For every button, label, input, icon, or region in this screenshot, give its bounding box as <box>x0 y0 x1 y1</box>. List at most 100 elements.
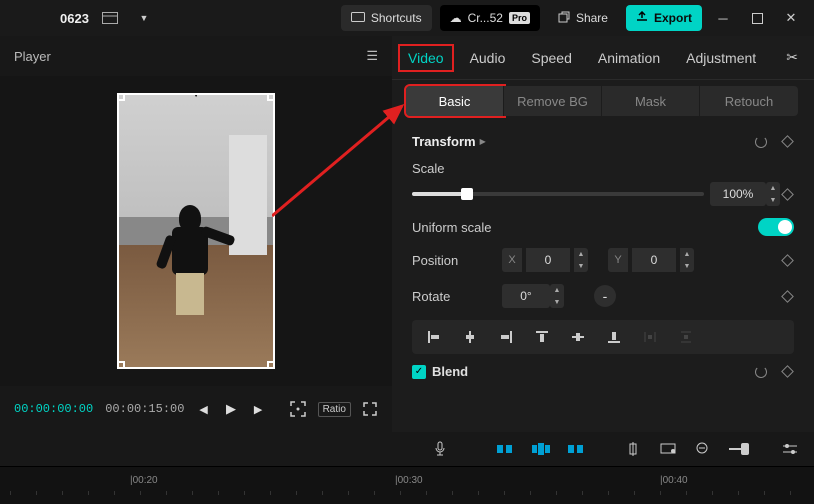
tool-clip1-icon[interactable] <box>496 438 515 460</box>
prev-frame-button[interactable]: ▶ <box>196 398 211 420</box>
tab-cut-icon[interactable]: ✂ <box>784 45 800 70</box>
tab-animation[interactable]: Animation <box>596 46 662 70</box>
ratio-button[interactable]: Ratio <box>318 402 351 417</box>
timeline[interactable]: |00:20 |00:30 |00:40 <box>0 466 814 504</box>
tool-clip3-icon[interactable] <box>566 438 585 460</box>
transform-section-header: Transform ▶ <box>412 134 794 149</box>
pro-badge: Pro <box>509 12 530 24</box>
tool-zoom-fit-icon[interactable] <box>694 438 713 460</box>
position-x-group: X 0 ▲▼ <box>502 248 588 272</box>
tab-adjustment[interactable]: Adjustment <box>684 46 758 70</box>
scale-slider[interactable] <box>412 184 704 204</box>
tab-audio[interactable]: Audio <box>468 46 508 70</box>
video-preview[interactable]: ▼ <box>117 93 275 369</box>
blend-checkbox[interactable]: ✓ <box>412 365 426 379</box>
crop-handle[interactable] <box>267 361 275 369</box>
inspector-tabs: Video Audio Speed Animation Adjustment ✂ <box>392 36 814 80</box>
rotate-stepper[interactable]: ▲▼ <box>550 284 564 308</box>
blend-title: Blend <box>432 364 468 379</box>
export-label: Export <box>654 11 692 25</box>
close-button[interactable]: ✕ <box>778 5 804 31</box>
distribute-v-icon <box>670 324 702 350</box>
tool-slider-icon[interactable] <box>729 438 749 460</box>
inspector-panel: Video Audio Speed Animation Adjustment ✂… <box>392 36 814 432</box>
tab-speed[interactable]: Speed <box>529 46 573 70</box>
play-button[interactable]: ▶ <box>223 398 238 420</box>
project-name: 0623 <box>60 11 89 26</box>
blend-section-header: ✓ Blend <box>412 364 794 379</box>
distribute-h-icon <box>634 324 666 350</box>
rotate-value[interactable]: 0° <box>502 284 550 308</box>
subtab-basic[interactable]: Basic <box>406 86 504 116</box>
keyframe-icon[interactable] <box>780 135 794 149</box>
minimize-button[interactable]: ─ <box>710 5 736 31</box>
fullscreen-icon[interactable] <box>363 398 378 420</box>
next-frame-button[interactable]: ▶ <box>251 398 266 420</box>
keyframe-icon[interactable] <box>780 289 794 303</box>
align-bottom-icon[interactable] <box>598 324 630 350</box>
cloud-icon: ☁ <box>450 11 462 25</box>
pos-y-stepper[interactable]: ▲▼ <box>680 248 694 272</box>
scale-stepper[interactable]: ▲▼ <box>766 182 780 206</box>
crop-handle[interactable] <box>117 93 125 101</box>
dropdown-icon[interactable]: ▼ <box>131 5 157 31</box>
player-menu-icon[interactable]: ☰ <box>366 48 378 64</box>
mirror-button[interactable]: - <box>594 285 616 307</box>
y-axis-label: Y <box>608 248 628 272</box>
align-center-h-icon[interactable] <box>454 324 486 350</box>
align-center-v-icon[interactable] <box>562 324 594 350</box>
tool-clip2-icon[interactable] <box>531 438 550 460</box>
player-controls: 00:00:00:00 00:00:15:00 ▶ ▶ ▶ Ratio <box>0 386 392 432</box>
rotate-label: Rotate <box>412 289 502 304</box>
align-left-icon[interactable] <box>418 324 450 350</box>
player-title: Player <box>14 49 51 64</box>
position-y-field[interactable]: 0 <box>632 248 676 272</box>
crop-handle[interactable] <box>267 93 275 101</box>
uniform-scale-toggle[interactable] <box>758 218 794 236</box>
player-panel: Player ☰ ▼ <box>0 36 392 432</box>
export-button[interactable]: Export <box>626 5 702 31</box>
tool-marker-icon[interactable] <box>623 438 642 460</box>
focus-icon[interactable] <box>290 398 306 420</box>
layout-icon[interactable] <box>97 5 123 31</box>
timecode-current: 00:00:00:00 <box>14 402 93 416</box>
crop-handle[interactable] <box>117 361 125 369</box>
keyframe-icon[interactable] <box>780 365 794 379</box>
player-viewport[interactable]: ▼ <box>0 76 392 386</box>
top-bar: 0623 ▼ Shortcuts ☁ Cr...52 Pro Share Exp… <box>0 0 814 36</box>
pos-x-stepper[interactable]: ▲▼ <box>574 248 588 272</box>
export-icon <box>636 11 648 26</box>
tool-settings-icon[interactable] <box>781 438 800 460</box>
timeline-toolbar <box>0 432 814 466</box>
subtab-mask[interactable]: Mask <box>602 86 700 116</box>
timeline-tick: |00:20 <box>130 475 158 486</box>
position-y-group: Y 0 ▲▼ <box>608 248 694 272</box>
scale-label: Scale <box>412 161 502 176</box>
align-top-icon[interactable] <box>526 324 558 350</box>
subtab-retouch[interactable]: Retouch <box>700 86 798 116</box>
position-x-field[interactable]: 0 <box>526 248 570 272</box>
shortcuts-button[interactable]: Shortcuts <box>341 5 432 31</box>
scale-value[interactable]: 100% <box>710 182 766 206</box>
keyframe-icon[interactable] <box>780 253 794 267</box>
align-right-icon[interactable] <box>490 324 522 350</box>
share-icon <box>558 11 570 26</box>
reset-icon[interactable] <box>754 135 768 149</box>
tool-screen-icon[interactable] <box>659 438 678 460</box>
tab-video[interactable]: Video <box>398 44 454 72</box>
sub-tabs: Basic Remove BG Mask Retouch <box>392 80 814 118</box>
inspector-body: Transform ▶ Scale 100% ▲▼ <box>392 118 814 432</box>
uniform-scale-row: Uniform scale <box>412 218 794 236</box>
share-button[interactable]: Share <box>548 5 618 31</box>
reset-icon[interactable] <box>754 365 768 379</box>
timeline-tick: |00:40 <box>660 475 688 486</box>
x-axis-label: X <box>502 248 522 272</box>
keyframe-icon[interactable] <box>780 187 794 201</box>
rotate-handle[interactable]: ▼ <box>190 93 203 100</box>
subtab-remove-bg[interactable]: Remove BG <box>504 86 602 116</box>
mic-icon[interactable] <box>430 438 449 460</box>
rotate-row: Rotate 0° ▲▼ - <box>412 284 794 308</box>
cloud-project-button[interactable]: ☁ Cr...52 Pro <box>440 5 540 31</box>
chevron-right-icon[interactable]: ▶ <box>480 137 486 146</box>
maximize-button[interactable] <box>744 5 770 31</box>
